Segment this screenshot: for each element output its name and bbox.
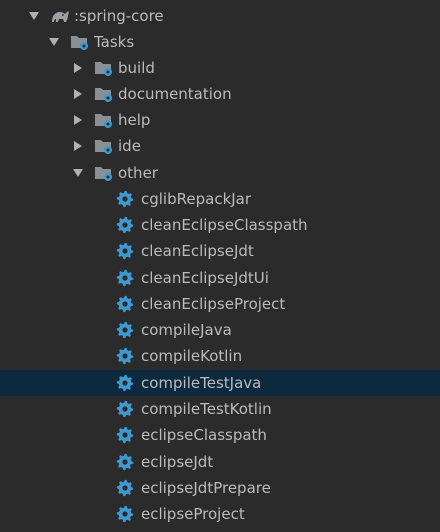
- task-folder-icon: [94, 85, 114, 103]
- chevron-right-icon[interactable]: [72, 140, 84, 152]
- gear-icon: [115, 453, 135, 471]
- task-item-cleanEclipseProject[interactable]: cleanEclipseProject: [0, 291, 440, 317]
- gear-icon: [115, 295, 135, 313]
- gradle-elephant-icon: [50, 7, 70, 25]
- chevron-right-icon[interactable]: [72, 88, 84, 100]
- task-item-cglibRepackJar[interactable]: cglibRepackJar: [0, 186, 440, 212]
- task-item-compileKotlin[interactable]: compileKotlin: [0, 343, 440, 369]
- tree-node-label: ide: [118, 137, 141, 155]
- gear-icon: [115, 269, 135, 287]
- gear-icon: [115, 347, 135, 365]
- task-label: cleanEclipseJdt: [141, 242, 254, 260]
- task-label: cleanEclipseClasspath: [141, 216, 308, 234]
- task-item-eclipseJdt[interactable]: eclipseJdt: [0, 449, 440, 475]
- task-folder-icon: [94, 137, 114, 155]
- task-label: compileTestKotlin: [141, 400, 272, 418]
- task-label: eclipseClasspath: [141, 426, 267, 444]
- task-folder-icon: [70, 33, 90, 51]
- tree-node-label: Tasks: [94, 33, 135, 51]
- tree-node-label: :spring-core: [74, 7, 164, 25]
- task-label: compileJava: [141, 321, 232, 339]
- gear-icon: [115, 216, 135, 234]
- tree-node-label: build: [118, 59, 155, 77]
- task-item-compileJava[interactable]: compileJava: [0, 317, 440, 343]
- tree-node-other[interactable]: other: [0, 160, 440, 186]
- task-item-eclipseProject[interactable]: eclipseProject: [0, 501, 440, 527]
- gradle-task-tree: :spring-core Tasks build documentation h…: [0, 0, 440, 532]
- tree-node-tasks[interactable]: Tasks: [0, 29, 440, 55]
- chevron-down-icon[interactable]: [28, 10, 40, 22]
- gear-icon: [115, 321, 135, 339]
- task-label: eclipseProject: [141, 505, 245, 523]
- task-item-cleanEclipseJdt[interactable]: cleanEclipseJdt: [0, 238, 440, 264]
- gear-icon: [115, 374, 135, 392]
- task-label: compileKotlin: [141, 347, 243, 365]
- task-label: cleanEclipseProject: [141, 295, 286, 313]
- gear-icon: [115, 190, 135, 208]
- task-label: eclipseJdt: [141, 453, 214, 471]
- tree-node-label: other: [118, 164, 158, 182]
- task-item-cleanEclipseClasspath[interactable]: cleanEclipseClasspath: [0, 212, 440, 238]
- tree-node-documentation[interactable]: documentation: [0, 81, 440, 107]
- gear-icon: [115, 505, 135, 523]
- task-item-eclipseJdtPrepare[interactable]: eclipseJdtPrepare: [0, 475, 440, 501]
- task-label: cleanEclipseJdtUi: [141, 269, 269, 287]
- task-label: compileTestJava: [141, 374, 262, 392]
- task-label: cglibRepackJar: [141, 190, 252, 208]
- task-item-compileTestKotlin[interactable]: compileTestKotlin: [0, 396, 440, 422]
- task-item-eclipseClasspath[interactable]: eclipseClasspath: [0, 422, 440, 448]
- chevron-down-icon[interactable]: [48, 36, 60, 48]
- task-item-cleanEclipseJdtUi[interactable]: cleanEclipseJdtUi: [0, 265, 440, 291]
- gear-icon: [115, 479, 135, 497]
- task-folder-icon: [94, 59, 114, 77]
- tree-node-help[interactable]: help: [0, 107, 440, 133]
- gear-icon: [115, 242, 135, 260]
- gear-icon: [115, 426, 135, 444]
- chevron-down-icon[interactable]: [72, 167, 84, 179]
- task-item-compileTestJava[interactable]: compileTestJava: [0, 370, 440, 396]
- chevron-right-icon[interactable]: [72, 62, 84, 74]
- tree-node-build[interactable]: build: [0, 55, 440, 81]
- chevron-right-icon[interactable]: [72, 114, 84, 126]
- task-folder-icon: [94, 111, 114, 129]
- tree-node-spring-core[interactable]: :spring-core: [0, 3, 440, 29]
- task-label: eclipseJdtPrepare: [141, 479, 271, 497]
- tree-node-label: documentation: [118, 85, 232, 103]
- tree-node-ide[interactable]: ide: [0, 133, 440, 159]
- task-folder-icon: [94, 164, 114, 182]
- tree-node-label: help: [118, 111, 151, 129]
- gear-icon: [115, 400, 135, 418]
